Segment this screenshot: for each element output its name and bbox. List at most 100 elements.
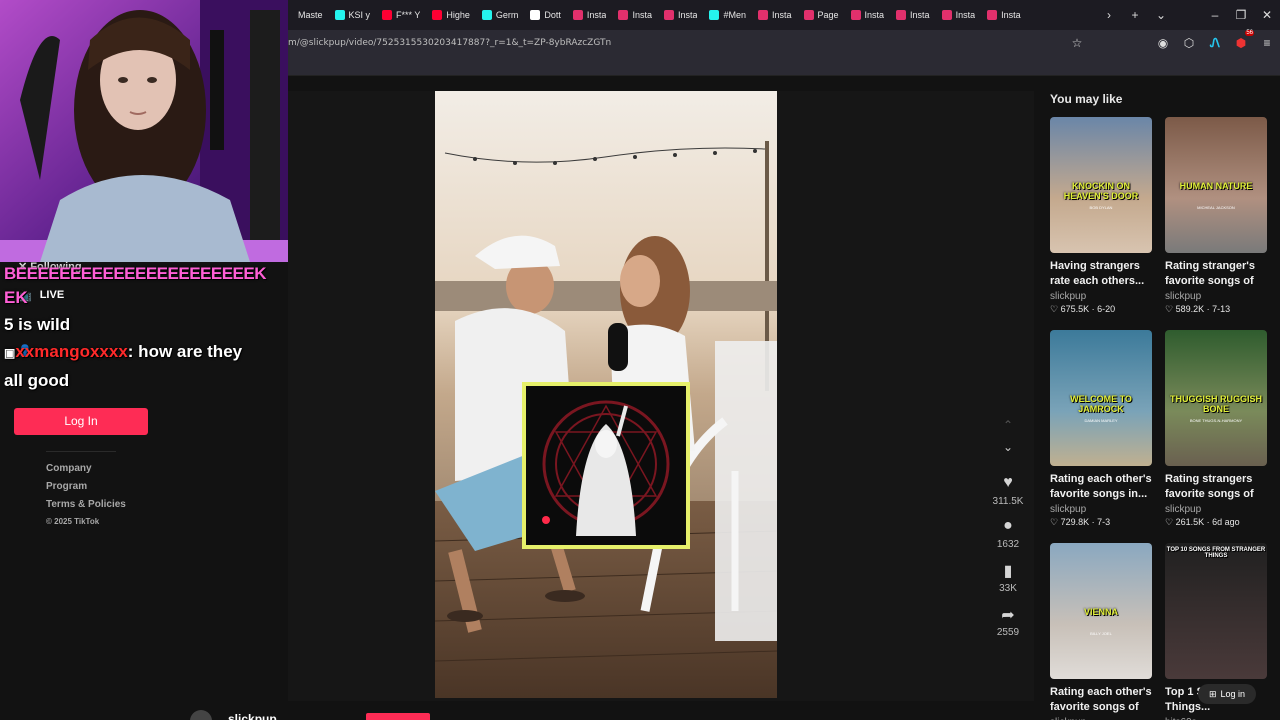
tab-list-dropdown-icon[interactable]: ⌄ [1148, 8, 1174, 22]
video-thumbnail[interactable]: WELCOME TO JAMROCK DAMIAN MARLEY [1050, 330, 1152, 466]
comment-count: 1632 [996, 539, 1020, 550]
video-player[interactable] [435, 91, 777, 698]
recommended-video-card[interactable]: KNOCKIN ON HEAVEN'S DOOR BOB DYLAN Having … [1050, 117, 1152, 315]
account-icon[interactable]: ◉ [1150, 36, 1176, 50]
page-top-bar [288, 56, 1280, 76]
translate-extension-icon[interactable]: Ꮑ [1202, 36, 1228, 51]
tab-label: Page [817, 10, 839, 20]
video-thumbnail[interactable]: KNOCKIN ON HEAVEN'S DOOR BOB DYLAN [1050, 117, 1152, 253]
video-thumbnail[interactable]: THUGGISH RUGGISH BONE BONE THUGS-N-HARMON… [1165, 330, 1267, 466]
recommended-video-card[interactable]: THUGGISH RUGGISH BONE BONE THUGS-N-HARMON… [1165, 330, 1267, 528]
browser-tab[interactable]: Highe [426, 0, 476, 30]
card-likes: 261.5K [1175, 517, 1205, 527]
url-field[interactable]: m/@slickpup/video/7525315530203417887?_r… [288, 38, 1064, 48]
card-author[interactable]: slickpup [1050, 504, 1152, 515]
recommended-video-card[interactable]: HUMAN NATURE MICHEAL JACKSON Rating strang… [1165, 117, 1267, 315]
video-thumbnail[interactable]: TOP 10 SONGS FROM STRANGER THINGS [1165, 543, 1267, 679]
browser-tab[interactable]: Germ [476, 0, 525, 30]
tab-label: F*** Y [396, 10, 421, 20]
browser-tab[interactable]: Insta [981, 0, 1027, 30]
menu-icon[interactable]: ≡ [1254, 36, 1280, 50]
footer-link-program[interactable]: Program [46, 481, 126, 492]
tab-label: Insta [864, 10, 885, 20]
browser-tab[interactable]: Maste [292, 0, 329, 30]
share-icon: ➦ [1001, 607, 1015, 624]
tab-scroll-right-icon[interactable]: › [1096, 8, 1122, 22]
new-tab-icon[interactable]: + [1122, 8, 1148, 22]
video-thumbnail[interactable]: VIENNA BILLY JOEL [1050, 543, 1152, 679]
browser-tab[interactable]: Insta [567, 0, 613, 30]
card-title[interactable]: Rating strangers favorite songs of al... [1165, 472, 1267, 502]
webcam-overlay [0, 0, 288, 262]
copyright: © 2025 TikTok [46, 517, 100, 526]
browser-tab[interactable]: Page [798, 0, 845, 30]
thumbnail-caption: KNOCKIN ON HEAVEN'S DOOR [1063, 181, 1139, 201]
browser-tab[interactable]: Dott [524, 0, 567, 30]
tab-label: Insta [586, 10, 607, 20]
maximize-icon[interactable]: ❐ [1228, 8, 1254, 22]
tab-label: Insta [632, 10, 652, 20]
browser-tab[interactable]: F*** Y [376, 0, 426, 30]
save-action[interactable]: ▮ 33K [992, 561, 1024, 594]
thumbnail-subcaption: DAMIAN MARLEY [1084, 418, 1118, 423]
card-author[interactable]: slickpup [1165, 291, 1267, 302]
browser-tab[interactable]: Insta [890, 0, 936, 30]
tab-label: KSI y [348, 10, 371, 20]
next-video-icon[interactable]: ⌄ [992, 440, 1024, 454]
card-author[interactable]: slickpup [1165, 504, 1267, 515]
card-title[interactable]: Rating stranger's favorite songs of al..… [1165, 259, 1267, 289]
tab-label: Highe [446, 10, 470, 20]
browser-tab[interactable]: Insta [936, 0, 982, 30]
chat-line-1: BEEEEEEEEEEEEEEEEEEEEEEK [4, 264, 267, 283]
tab-favicon-icon [663, 10, 674, 20]
thumbnail-subcaption: BOB DYLAN [1089, 205, 1113, 210]
tab-label: Insta [955, 10, 976, 20]
login-button[interactable]: Log In [14, 408, 148, 435]
minimize-icon[interactable]: – [1202, 8, 1228, 22]
tab-label: #Men [723, 10, 746, 20]
tab-favicon-icon [987, 10, 998, 20]
share-action[interactable]: ➦ 2559 [992, 605, 1024, 638]
chat-line-2: 5 is wild [4, 315, 71, 334]
thumbnail-caption: HUMAN NATURE [1179, 181, 1253, 191]
tab-label: Insta [1001, 10, 1021, 20]
browser-tab[interactable]: Insta [845, 0, 891, 30]
tab-label: Insta [771, 10, 792, 20]
tab-favicon-icon [803, 10, 814, 20]
footer-link-company[interactable]: Company [46, 463, 126, 474]
browser-tab[interactable]: #Men [703, 0, 752, 30]
thumbnail-caption: WELCOME TO JAMROCK [1070, 394, 1132, 414]
browser-tab[interactable]: KSI y [329, 0, 377, 30]
browser-tab[interactable]: Insta [752, 0, 798, 30]
adblock-extension-icon[interactable]: ⬢ 56 [1228, 30, 1254, 50]
login-chip[interactable]: ⊞ Log in [1198, 684, 1256, 704]
sidebar-footer-links: Company Program Terms & Policies © 2025 … [46, 463, 126, 526]
author-name[interactable]: slickpup [228, 712, 277, 720]
heart-outline-icon: ♡ [1050, 517, 1061, 527]
video-thumbnail[interactable]: HUMAN NATURE MICHEAL JACKSON [1165, 117, 1267, 253]
tab-label: Germ [495, 10, 519, 20]
like-action[interactable]: ♥ 311.5K [992, 474, 1024, 507]
extensions-icon[interactable]: ⬡ [1176, 36, 1202, 50]
comment-action[interactable]: ● 1632 [992, 517, 1024, 550]
recommended-video-card[interactable]: VIENNA BILLY JOEL Rating each other's favo… [1050, 543, 1152, 720]
card-title[interactable]: Having strangers rate each others... [1050, 259, 1152, 289]
card-author[interactable]: slickpup [1050, 291, 1152, 302]
prev-video-icon[interactable]: ⌃ [992, 418, 1024, 432]
close-window-icon[interactable]: ✕ [1254, 8, 1280, 22]
follow-button[interactable] [366, 713, 430, 720]
card-date: 6d ago [1212, 517, 1240, 527]
card-title[interactable]: Rating each other's favorite songs of al… [1050, 685, 1152, 715]
qr-icon: ⊞ [1208, 688, 1217, 699]
tab-favicon-icon [432, 10, 443, 20]
bookmark-star-icon[interactable]: ☆ [1064, 36, 1090, 50]
footer-link-terms[interactable]: Terms & Policies [46, 499, 126, 510]
browser-tab[interactable]: Insta [612, 0, 658, 30]
album-art-image [526, 386, 686, 545]
card-title[interactable]: Rating each other's favorite songs in... [1050, 472, 1152, 502]
recommended-video-card[interactable]: WELCOME TO JAMROCK DAMIAN MARLEY Rating ea… [1050, 330, 1152, 528]
card-meta: ♡ 261.5K · 6d ago [1165, 517, 1240, 527]
tab-favicon-icon [618, 10, 629, 20]
browser-tab[interactable]: Insta [658, 0, 704, 30]
chat-username: xxmangoxxxx [15, 342, 128, 361]
